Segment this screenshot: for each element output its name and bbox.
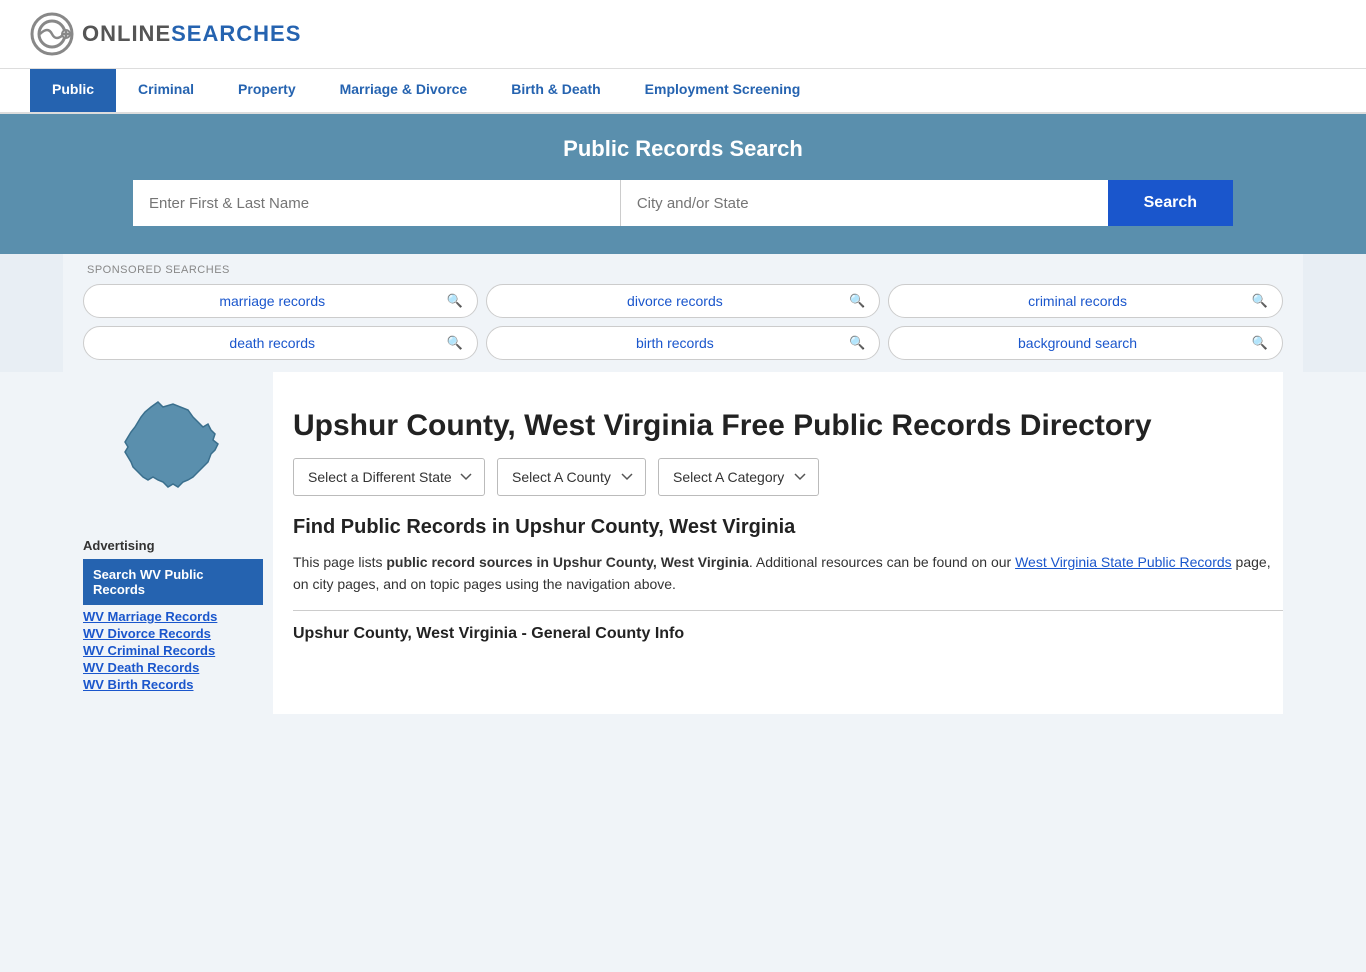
sponsored-pill-divorce-label: divorce records <box>501 293 849 309</box>
below-header: Advertising Search WV Public Records WV … <box>0 372 1366 972</box>
sponsored-pill-divorce[interactable]: divorce records 🔍 <box>486 284 881 318</box>
sidebar-link-birth[interactable]: WV Birth Records <box>83 677 263 692</box>
sponsored-pill-death[interactable]: death records 🔍 <box>83 326 478 360</box>
content-area: Upshur County, West Virginia Free Public… <box>273 372 1283 714</box>
logo-text: ONLINE SEARCHES <box>82 21 301 47</box>
sidebar-link-divorce[interactable]: WV Divorce Records <box>83 626 263 641</box>
sponsored-pill-criminal-label: criminal records <box>903 293 1251 309</box>
find-text-2: . Additional resources can be found on o… <box>749 554 1015 570</box>
logo-online: ONLINE <box>82 21 171 47</box>
sponsored-pill-birth-label: birth records <box>501 335 849 351</box>
search-banner-title: Public Records Search <box>30 136 1336 162</box>
sidebar-link-death[interactable]: WV Death Records <box>83 660 263 675</box>
category-selector[interactable]: Select A Category <box>658 458 819 496</box>
sponsored-label: SPONSORED SEARCHES <box>83 264 1283 276</box>
search-button[interactable]: Search <box>1108 180 1233 226</box>
sidebar-link-marriage[interactable]: WV Marriage Records <box>83 609 263 624</box>
nav-item-public[interactable]: Public <box>30 69 116 112</box>
page-title-section: Upshur County, West Virginia Free Public… <box>293 388 1283 458</box>
inner-layout: Advertising Search WV Public Records WV … <box>63 372 1303 714</box>
sponsored-pill-criminal[interactable]: criminal records 🔍 <box>888 284 1283 318</box>
search-icon-6: 🔍 <box>1252 335 1268 351</box>
sponsored-grid: marriage records 🔍 divorce records 🔍 cri… <box>83 284 1283 360</box>
page-title: Upshur County, West Virginia Free Public… <box>293 408 1152 444</box>
search-icon-1: 🔍 <box>446 293 462 309</box>
search-icon-5: 🔍 <box>849 335 865 351</box>
county-selector[interactable]: Select A County <box>497 458 646 496</box>
sponsored-pill-marriage[interactable]: marriage records 🔍 <box>83 284 478 318</box>
logo-searches: SEARCHES <box>171 21 301 47</box>
find-records-paragraph: This page lists public record sources in… <box>293 551 1283 596</box>
nav-item-criminal[interactable]: Criminal <box>116 69 216 112</box>
search-icon-3: 🔍 <box>1252 293 1268 309</box>
sidebar-ad-highlight-link[interactable]: Search WV Public Records <box>83 559 263 605</box>
sponsored-pill-background-label: background search <box>903 335 1251 351</box>
logo-area: ONLINE SEARCHES <box>30 12 301 56</box>
sponsored-pill-death-label: death records <box>98 335 446 351</box>
sidebar-ad-label: Advertising <box>83 538 263 553</box>
county-info-title: Upshur County, West Virginia - General C… <box>293 625 1283 643</box>
find-records-title: Find Public Records in Upshur County, We… <box>293 516 1283 539</box>
search-icon-2: 🔍 <box>849 293 865 309</box>
header: ONLINE SEARCHES <box>0 0 1366 69</box>
search-icon-4: 🔍 <box>446 335 462 351</box>
find-records-link[interactable]: West Virginia State Public Records <box>1015 554 1232 570</box>
sponsored-pill-marriage-label: marriage records <box>98 293 446 309</box>
name-search-input[interactable] <box>133 180 621 226</box>
section-divider <box>293 610 1283 611</box>
sponsored-pill-background[interactable]: background search 🔍 <box>888 326 1283 360</box>
sidebar-link-criminal[interactable]: WV Criminal Records <box>83 643 263 658</box>
logo-icon <box>30 12 74 56</box>
nav-item-employment[interactable]: Employment Screening <box>623 69 823 112</box>
selectors-row: Select a Different State Select A County… <box>293 458 1283 496</box>
state-selector[interactable]: Select a Different State <box>293 458 485 496</box>
nav-item-marriage-divorce[interactable]: Marriage & Divorce <box>318 69 490 112</box>
location-search-input[interactable] <box>621 180 1108 226</box>
wv-map-icon <box>103 392 243 522</box>
sidebar: Advertising Search WV Public Records WV … <box>83 372 273 714</box>
sponsored-section: SPONSORED SEARCHES marriage records 🔍 di… <box>63 254 1303 372</box>
nav-item-birth-death[interactable]: Birth & Death <box>489 69 622 112</box>
find-text-1: This page lists <box>293 554 386 570</box>
search-banner: Public Records Search Search <box>0 114 1366 254</box>
main-nav: Public Criminal Property Marriage & Divo… <box>0 69 1366 114</box>
sponsored-pill-birth[interactable]: birth records 🔍 <box>486 326 881 360</box>
search-row: Search <box>133 180 1233 226</box>
find-bold: public record sources in Upshur County, … <box>386 554 749 570</box>
nav-item-property[interactable]: Property <box>216 69 318 112</box>
